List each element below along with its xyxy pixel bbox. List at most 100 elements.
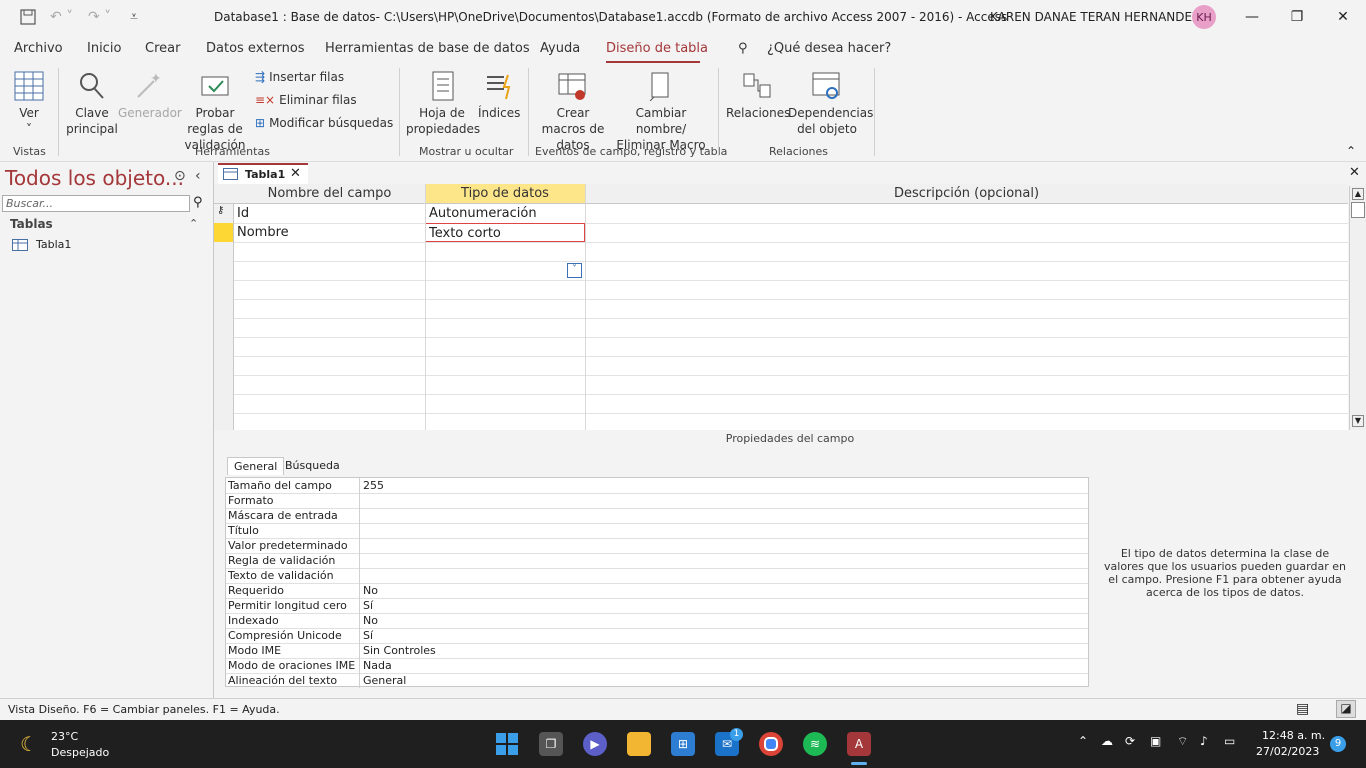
table-row[interactable]: ⚷ Id Autonumeración: [214, 204, 1348, 224]
property-row[interactable]: Formato: [226, 493, 1088, 509]
table-row[interactable]: Nombre Texto corto ˅: [214, 223, 1348, 278]
hoja-propiedades-button[interactable]: Hoja de propiedades: [406, 71, 480, 137]
moon-icon[interactable]: ☾: [20, 732, 38, 756]
property-row[interactable]: Tamaño del campo 255: [226, 478, 1088, 494]
header-description: Descripción (opcional): [585, 184, 1348, 204]
ver-button[interactable]: Ver ˅: [12, 71, 46, 137]
taskbar: ☾ 23°C Despejado ❐ ▶ ⊞ ✉ 1 ≋ A ⌃ ☁ ⟳ ▣ ⌔…: [0, 720, 1366, 768]
undo-icon[interactable]: ↶ ˅: [50, 6, 73, 28]
access-icon[interactable]: A: [847, 732, 871, 756]
tab-tabla1[interactable]: Tabla1 ✕: [218, 163, 308, 184]
property-row[interactable]: Valor predeterminado: [226, 538, 1088, 554]
redo-icon[interactable]: ↷ ˅: [88, 6, 111, 28]
menu-datos-externos[interactable]: Datos externos: [206, 41, 305, 56]
nav-search-input[interactable]: Buscar...: [2, 195, 190, 212]
restore-icon[interactable]: ❐: [1274, 0, 1320, 34]
property-row[interactable]: Modo de oraciones IME Nada: [226, 658, 1088, 674]
insertar-filas-button[interactable]: ⇶ Insertar filas: [255, 70, 344, 84]
eliminar-filas-button[interactable]: ≡× Eliminar filas: [255, 93, 357, 107]
cambiar-nombre-macro-button[interactable]: Cambiar nombre/ Eliminar Macro: [612, 71, 710, 153]
status-bar: Vista Diseño. F6 = Cambiar paneles. F1 =…: [0, 698, 1366, 721]
dependencies-icon: [812, 72, 840, 99]
menu-archivo[interactable]: Archivo: [14, 41, 63, 56]
menu-herramientas[interactable]: Herramientas de base de datos: [325, 41, 530, 56]
file-explorer-icon[interactable]: [627, 732, 651, 756]
close-tab-icon[interactable]: ✕: [290, 166, 301, 181]
tab-general[interactable]: General: [227, 457, 285, 475]
weather-condition[interactable]: Despejado: [51, 746, 109, 759]
property-row[interactable]: Máscara de entrada: [226, 508, 1088, 524]
indices-button[interactable]: Índices: [478, 71, 520, 121]
probar-reglas-button[interactable]: Probar reglas de validación: [176, 71, 254, 153]
chevron-up-icon[interactable]: ⌃: [1078, 734, 1088, 748]
field-properties-label: Propiedades del campo: [725, 432, 855, 445]
nav-options-icon[interactable]: ⊙: [174, 168, 186, 184]
nav-item-tabla1[interactable]: Tabla1: [12, 238, 71, 251]
vertical-scrollbar[interactable]: ▲ ▼: [1349, 186, 1366, 430]
menu-crear[interactable]: Crear: [145, 41, 180, 56]
customize-qat-icon[interactable]: ⩡: [130, 6, 138, 28]
minimize-icon[interactable]: —: [1229, 0, 1275, 34]
volume-icon[interactable]: ♪: [1200, 734, 1208, 748]
search-icon[interactable]: ⚲: [738, 41, 748, 56]
property-row[interactable]: Título: [226, 523, 1088, 539]
avatar[interactable]: KH: [1192, 5, 1216, 29]
chrome-icon[interactable]: [759, 732, 783, 756]
property-row[interactable]: Permitir longitud cero Sí: [226, 598, 1088, 614]
clave-principal-button[interactable]: Clave principal: [64, 71, 120, 137]
delete-rows-icon: ≡×: [255, 93, 276, 107]
scroll-thumb[interactable]: [1351, 202, 1365, 218]
tell-me-input[interactable]: ¿Qué desea hacer?: [767, 41, 891, 56]
property-row[interactable]: Modo IME Sin Controles: [226, 643, 1088, 659]
nav-section-tablas[interactable]: Tablas: [10, 217, 53, 231]
row-selector[interactable]: [214, 223, 234, 242]
index-icon: [487, 74, 511, 100]
weather-temp[interactable]: 23°C: [51, 730, 78, 743]
wifi-icon[interactable]: ⌔: [1177, 734, 1188, 749]
scroll-up-icon[interactable]: ▲: [1352, 188, 1364, 200]
close-icon[interactable]: ✕: [1320, 0, 1366, 34]
property-row[interactable]: Compresión Unicode Sí: [226, 628, 1088, 644]
row-selector[interactable]: ⚷: [214, 204, 234, 223]
user-name[interactable]: KAREN DANAE TERAN HERNANDEZ: [990, 10, 1200, 24]
windows-start-icon[interactable]: [495, 732, 519, 756]
collapse-ribbon-icon[interactable]: ⌃: [1346, 144, 1356, 158]
close-document-icon[interactable]: ✕: [1349, 165, 1360, 180]
mail-badge: 1: [730, 728, 743, 741]
property-row[interactable]: Alineación del texto General: [226, 673, 1088, 688]
clock-date[interactable]: 27/02/2023: [1256, 745, 1319, 758]
scroll-down-icon[interactable]: ▼: [1352, 415, 1364, 427]
relaciones-button[interactable]: Relaciones: [726, 71, 790, 121]
menu-inicio[interactable]: Inicio: [87, 41, 121, 56]
generador-button[interactable]: ✦ Generador: [118, 71, 182, 121]
onedrive-icon[interactable]: ☁: [1101, 734, 1113, 748]
save-icon[interactable]: [20, 6, 36, 28]
task-view-icon[interactable]: ❐: [539, 732, 563, 756]
search-icon[interactable]: ⚲: [193, 195, 203, 210]
header-data-type: Tipo de datos: [425, 184, 585, 204]
property-row[interactable]: Regla de validación: [226, 553, 1088, 569]
crear-macros-button[interactable]: Crear macros de datos: [535, 71, 611, 153]
property-row[interactable]: Texto de validación: [226, 568, 1088, 584]
sync-icon[interactable]: ⟳: [1125, 734, 1135, 748]
shutter-bar-icon[interactable]: ‹: [195, 168, 201, 184]
collapse-section-icon[interactable]: ⌃: [189, 217, 198, 230]
store-icon[interactable]: ⊞: [671, 732, 695, 756]
teams-chat-icon[interactable]: ▶: [583, 732, 607, 756]
design-view-icon[interactable]: ◪: [1336, 700, 1356, 718]
menu-diseno-tabla[interactable]: Diseño de tabla: [606, 41, 708, 56]
modificar-busquedas-button[interactable]: ⊞ Modificar búsquedas: [255, 116, 393, 130]
notification-badge[interactable]: 9: [1330, 736, 1346, 752]
app-tray-icon[interactable]: ▣: [1150, 734, 1161, 748]
property-row[interactable]: Requerido No: [226, 583, 1088, 599]
tab-busqueda[interactable]: Búsqueda: [279, 457, 346, 474]
datasheet-view-icon[interactable]: ▤: [1296, 701, 1309, 717]
battery-icon[interactable]: ▭: [1224, 734, 1235, 748]
clock-time[interactable]: 12:48 a. m.: [1262, 729, 1325, 742]
property-row[interactable]: Indexado No: [226, 613, 1088, 629]
menu-ayuda[interactable]: Ayuda: [540, 41, 580, 56]
dependencias-button[interactable]: Dependencias del objeto: [788, 71, 873, 137]
spotify-icon[interactable]: ≋: [803, 732, 827, 756]
data-type-select[interactable]: Texto corto: [425, 223, 585, 242]
nav-pane-title[interactable]: Todos los objeto...: [5, 166, 184, 190]
